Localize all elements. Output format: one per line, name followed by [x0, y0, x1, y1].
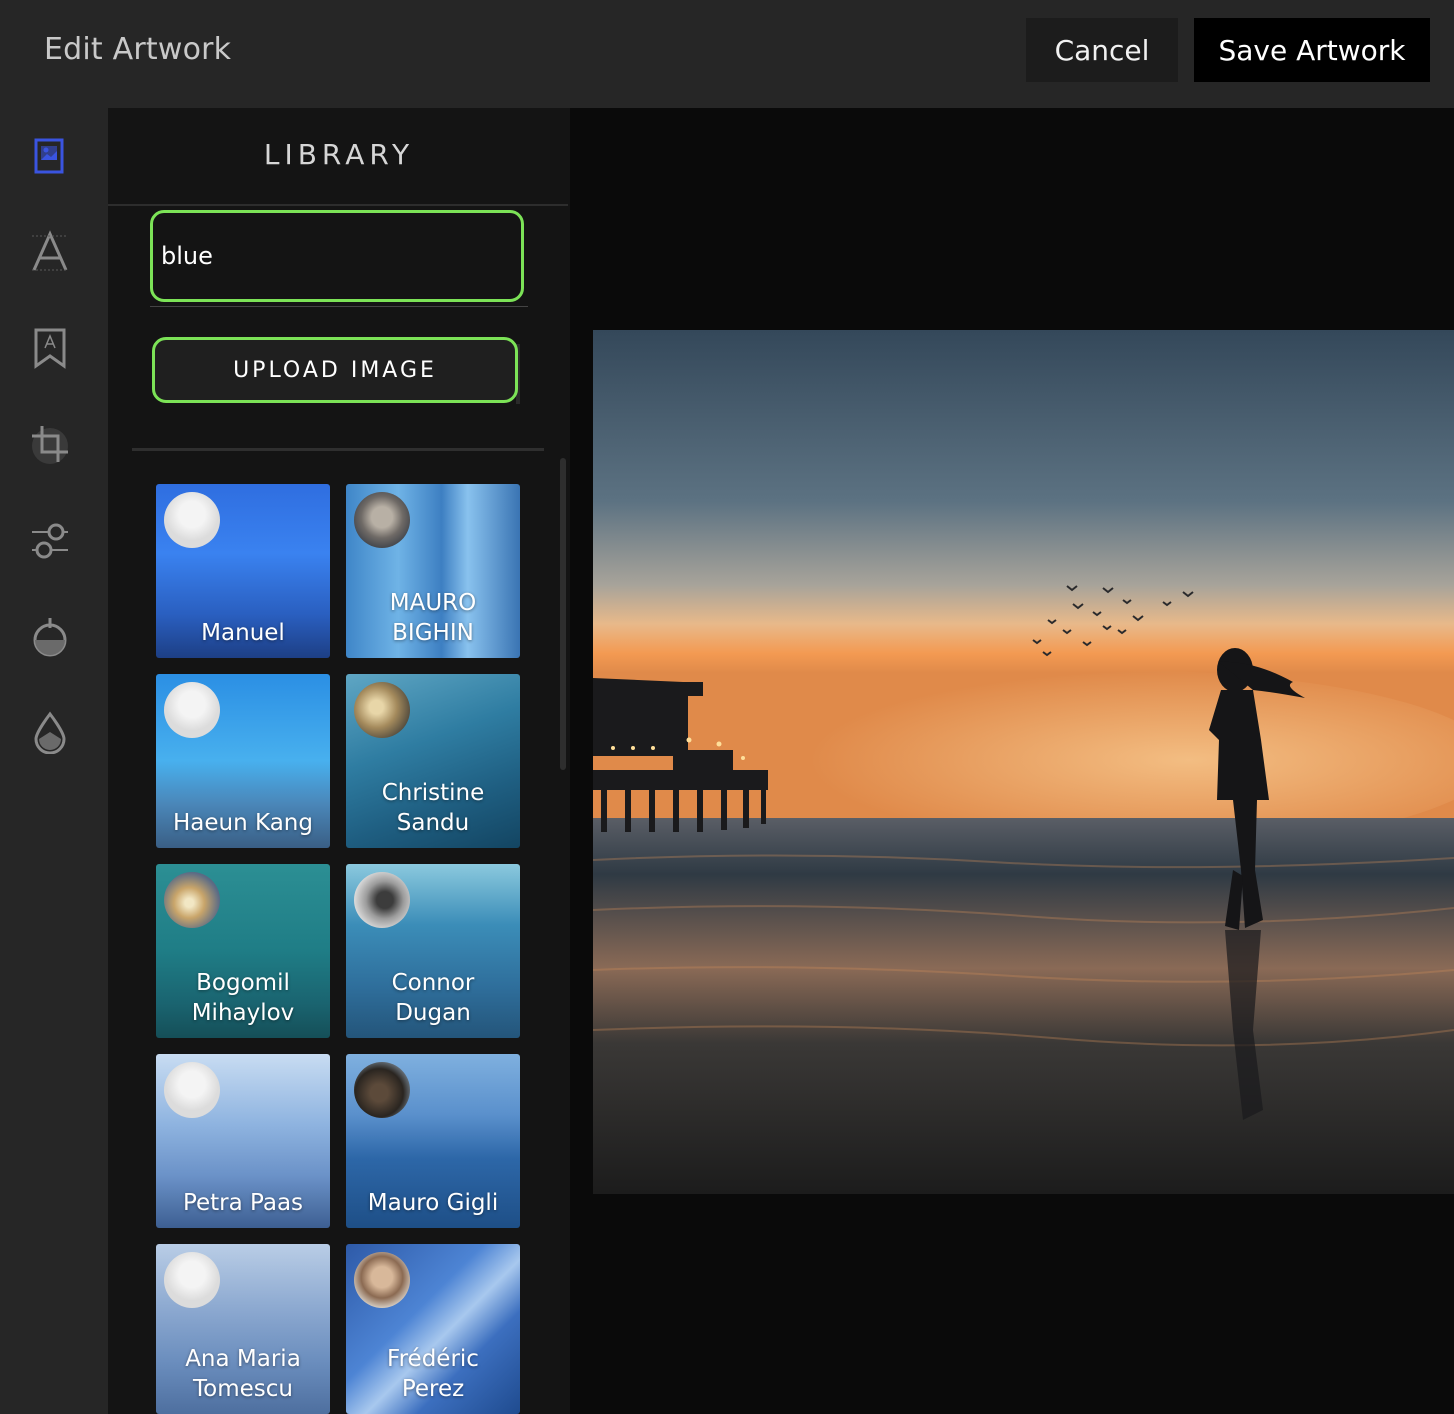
avatar [354, 872, 410, 928]
card-author-name: Bogomil Mihaylov [191, 970, 295, 1026]
image-tool-icon [34, 138, 64, 174]
card-author-name: Petra Paas [182, 1190, 304, 1216]
card-author-name: Connor Dugan [391, 970, 475, 1026]
artwork-canvas [570, 108, 1454, 1414]
avatar [164, 872, 220, 928]
adjust-tool-icon [32, 523, 68, 559]
library-card-christine-sandu[interactable]: Christine Sandu [346, 674, 520, 848]
crop-tool-button[interactable] [26, 420, 74, 468]
top-bar: Edit Artwork Cancel Save Artwork [0, 0, 1454, 108]
card-author-name: Frédéric Perez [387, 1346, 479, 1402]
library-card-connor-dugan[interactable]: Connor Dugan [346, 864, 520, 1038]
library-card-manuel[interactable]: Manuel [156, 484, 330, 658]
library-panel: LIBRARY UPLOAD IMAGE Manuel MAURO BIGHIN… [108, 108, 570, 1414]
crop-tool-icon [32, 426, 68, 464]
text-tool-icon [32, 230, 68, 271]
card-author-name: MAURO BIGHIN [389, 590, 477, 646]
bookmark-tool-icon [34, 328, 66, 369]
adjust-tool-button[interactable] [26, 516, 74, 564]
library-card-bogomil-mihaylov[interactable]: Bogomil Mihaylov [156, 864, 330, 1038]
divider [150, 306, 528, 307]
save-artwork-button[interactable]: Save Artwork [1194, 18, 1430, 82]
divider [108, 204, 568, 206]
library-card-mauro-bighin[interactable]: MAURO BIGHIN [346, 484, 520, 658]
scrollbar[interactable] [560, 458, 566, 770]
card-author-name: Ana Maria Tomescu [185, 1346, 301, 1402]
artwork-photo [593, 330, 1454, 1194]
card-author-name: Christine Sandu [381, 780, 485, 836]
color-drop-tool-icon [34, 711, 66, 754]
avatar [354, 1062, 410, 1118]
artwork-image[interactable] [593, 330, 1454, 1194]
library-card-petra-paas[interactable]: Petra Paas [156, 1054, 330, 1228]
filter-tool-icon [33, 618, 67, 657]
library-title: LIBRARY [263, 138, 415, 171]
filter-tool-button[interactable] [26, 612, 74, 660]
divider [132, 448, 544, 451]
library-card-mauro-gigli[interactable]: Mauro Gigli [346, 1054, 520, 1228]
card-author-name: Haeun Kang [173, 810, 313, 836]
library-card-frederic-perez[interactable]: Frédéric Perez [346, 1244, 520, 1414]
card-author-name: Manuel [201, 620, 285, 646]
library-card-haeun-kang[interactable]: Haeun Kang [156, 674, 330, 848]
avatar [164, 1252, 220, 1308]
tool-rail [0, 108, 108, 1414]
avatar [164, 492, 220, 548]
card-author-name: Mauro Gigli [367, 1190, 499, 1216]
text-tool-button[interactable] [26, 228, 74, 276]
avatar [164, 682, 220, 738]
avatar [354, 1252, 410, 1308]
cancel-button[interactable]: Cancel [1026, 18, 1178, 82]
search-input[interactable] [150, 210, 524, 302]
upload-image-button[interactable]: UPLOAD IMAGE [152, 337, 518, 403]
color-drop-tool-button[interactable] [26, 708, 74, 756]
avatar [354, 492, 410, 548]
page-title: Edit Artwork [44, 32, 232, 67]
library-card-ana-maria-tomescu[interactable]: Ana Maria Tomescu [156, 1244, 330, 1414]
bookmark-tool-button[interactable] [26, 324, 74, 372]
avatar [164, 1062, 220, 1118]
avatar [354, 682, 410, 738]
image-tool-button[interactable] [26, 132, 74, 180]
